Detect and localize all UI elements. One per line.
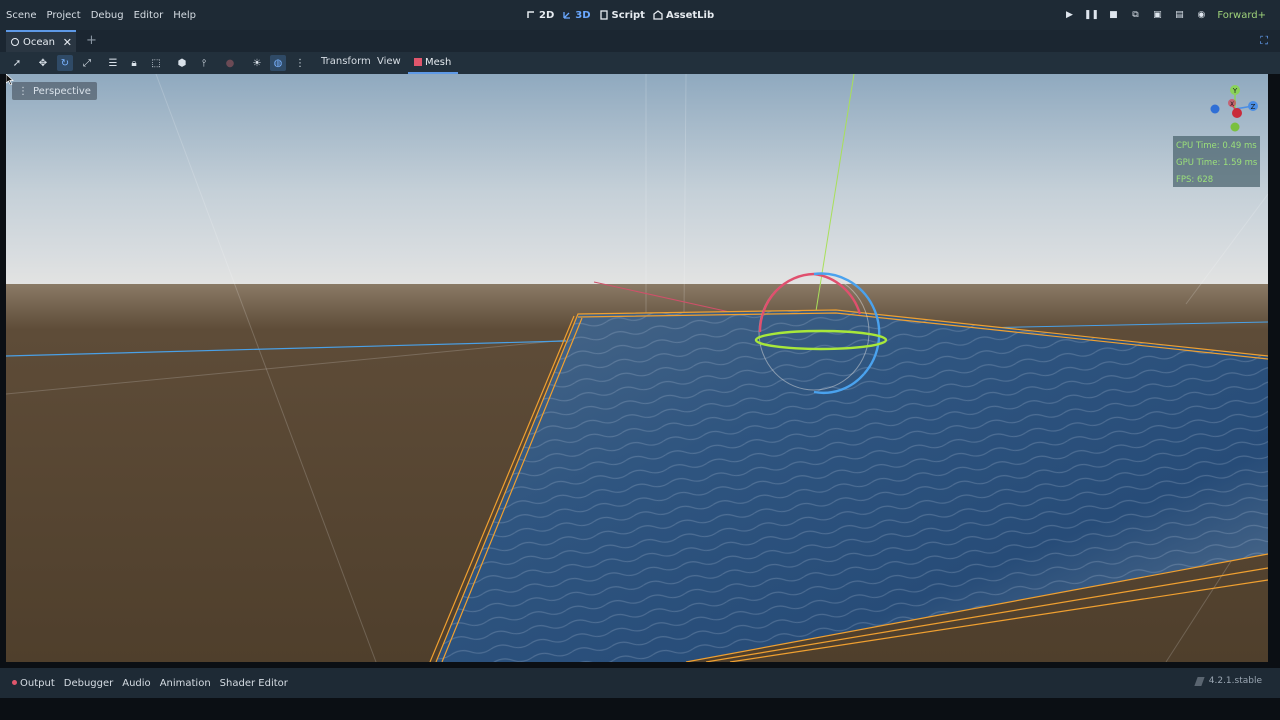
- perspective-label: Perspective: [33, 85, 91, 97]
- shader-editor-tab[interactable]: Shader Editor: [220, 678, 288, 689]
- workspace-2d-button[interactable]: 2D: [526, 10, 554, 21]
- gpu-time-label: GPU Time: 1.59 ms: [1176, 158, 1258, 168]
- scene-tab-label: Ocean: [23, 36, 55, 48]
- group-icon[interactable]: ⬚: [148, 55, 164, 71]
- mesh-menu[interactable]: Mesh: [408, 52, 458, 74]
- snap-icon[interactable]: ⫯: [196, 55, 212, 71]
- stop-icon[interactable]: ■: [1107, 9, 1119, 21]
- gizmo-z-label: Z: [1251, 103, 1256, 111]
- close-icon[interactable]: ✕: [63, 36, 72, 49]
- scene-tab-bar: Ocean ✕ + ⛶: [0, 30, 1280, 52]
- pause-icon[interactable]: ❚❚: [1084, 9, 1099, 21]
- window-footer: [0, 698, 1280, 720]
- local-space-icon[interactable]: ⬢: [174, 55, 190, 71]
- main-menu: Scene Project Debug Editor Help: [6, 0, 196, 30]
- menu-help[interactable]: Help: [173, 10, 196, 21]
- distraction-free-icon[interactable]: ⛶: [1260, 34, 1268, 48]
- workspace-assetlib-button[interactable]: AssetLib: [653, 10, 714, 21]
- workspace-3d-button[interactable]: 3D: [562, 10, 591, 21]
- mouse-cursor-icon: [6, 74, 14, 85]
- viewport-3d[interactable]: ⋮ Perspective Y Z X CPU Time: 0.49 ms GP…: [6, 74, 1268, 662]
- bottom-panel-tabs: Output Debugger Audio Animation Shader E…: [12, 668, 288, 698]
- transform-menu[interactable]: Transform: [321, 56, 371, 67]
- play-scene-icon[interactable]: ▣: [1151, 9, 1163, 21]
- node3d-icon: [11, 38, 19, 46]
- renderer-select[interactable]: Forward+: [1217, 10, 1266, 21]
- viewport-scene: [6, 74, 1268, 662]
- workspace-script-button[interactable]: Script: [599, 10, 645, 21]
- menu-debug[interactable]: Debug: [91, 10, 124, 21]
- mesh-icon: [414, 58, 422, 66]
- script-icon: [599, 10, 608, 20]
- list-select-icon[interactable]: ☰: [105, 55, 121, 71]
- run-controls: ▶ ❚❚ ■ ⧉ ▣ ▤ ◉ Forward+: [1063, 0, 1266, 30]
- bottom-panel-bar: Output Debugger Audio Animation Shader E…: [0, 668, 1280, 698]
- camera-preview-icon[interactable]: ●: [222, 55, 238, 71]
- menu-dots-icon: ⋮: [18, 85, 28, 97]
- gizmo-y-label: Y: [1232, 87, 1238, 95]
- view-menu[interactable]: View: [377, 56, 401, 67]
- top-bar: Scene Project Debug Editor Help 2D 3D Sc…: [0, 0, 1280, 30]
- remote-debug-icon[interactable]: ⧉: [1129, 9, 1141, 21]
- select-tool-icon[interactable]: ➚: [9, 55, 25, 71]
- scale-tool-icon[interactable]: ⤢: [79, 55, 95, 71]
- assetlib-icon: [653, 10, 663, 20]
- update-spinner-icon: [1194, 676, 1205, 686]
- menu-project[interactable]: Project: [47, 10, 81, 21]
- menu-editor[interactable]: Editor: [134, 10, 164, 21]
- cpu-time-label: CPU Time: 0.49 ms: [1176, 141, 1257, 151]
- move-tool-icon[interactable]: ✥: [35, 55, 51, 71]
- scene-tab-ocean[interactable]: Ocean ✕: [6, 30, 76, 52]
- perspective-menu[interactable]: ⋮ Perspective: [12, 82, 97, 100]
- rotate-tool-icon[interactable]: ↻: [57, 55, 73, 71]
- 2d-icon: [527, 11, 534, 18]
- add-tab-icon[interactable]: +: [86, 33, 97, 48]
- play-custom-scene-icon[interactable]: ▤: [1173, 9, 1185, 21]
- gizmo-x-label: X: [1230, 101, 1234, 108]
- play-icon[interactable]: ▶: [1063, 9, 1075, 21]
- version-label: 4.2.1.stable: [1208, 676, 1262, 686]
- menu-scene[interactable]: Scene: [6, 10, 37, 21]
- environment-preview-icon[interactable]: ◍: [270, 55, 286, 71]
- more-options-icon[interactable]: ⋮: [292, 55, 308, 71]
- 3d-icon: [563, 12, 571, 19]
- fps-label: FPS: 628: [1176, 175, 1214, 185]
- performance-stats: CPU Time: 0.49 ms GPU Time: 1.59 ms FPS:…: [1173, 136, 1260, 187]
- workspace-switcher: 2D 3D Script AssetLib: [526, 0, 714, 30]
- output-alert-icon: [12, 680, 17, 685]
- output-tab[interactable]: Output: [12, 678, 55, 689]
- version-info: 4.2.1.stable: [1194, 676, 1262, 686]
- lock-icon[interactable]: 🔒︎: [126, 55, 142, 71]
- sun-preview-icon[interactable]: ☀: [249, 55, 265, 71]
- orientation-gizmo[interactable]: Y Z X: [1205, 82, 1265, 136]
- debugger-tab[interactable]: Debugger: [64, 678, 114, 689]
- movie-maker-icon[interactable]: ◉: [1195, 9, 1207, 21]
- audio-tab[interactable]: Audio: [122, 678, 150, 689]
- viewport-toolbar: ➚ ✥ ↻ ⤢ ☰ 🔒︎ ⬚ ⬢ ⫯ ● ☀ ◍ ⋮ Transform Vie…: [0, 52, 1280, 74]
- animation-tab[interactable]: Animation: [160, 678, 211, 689]
